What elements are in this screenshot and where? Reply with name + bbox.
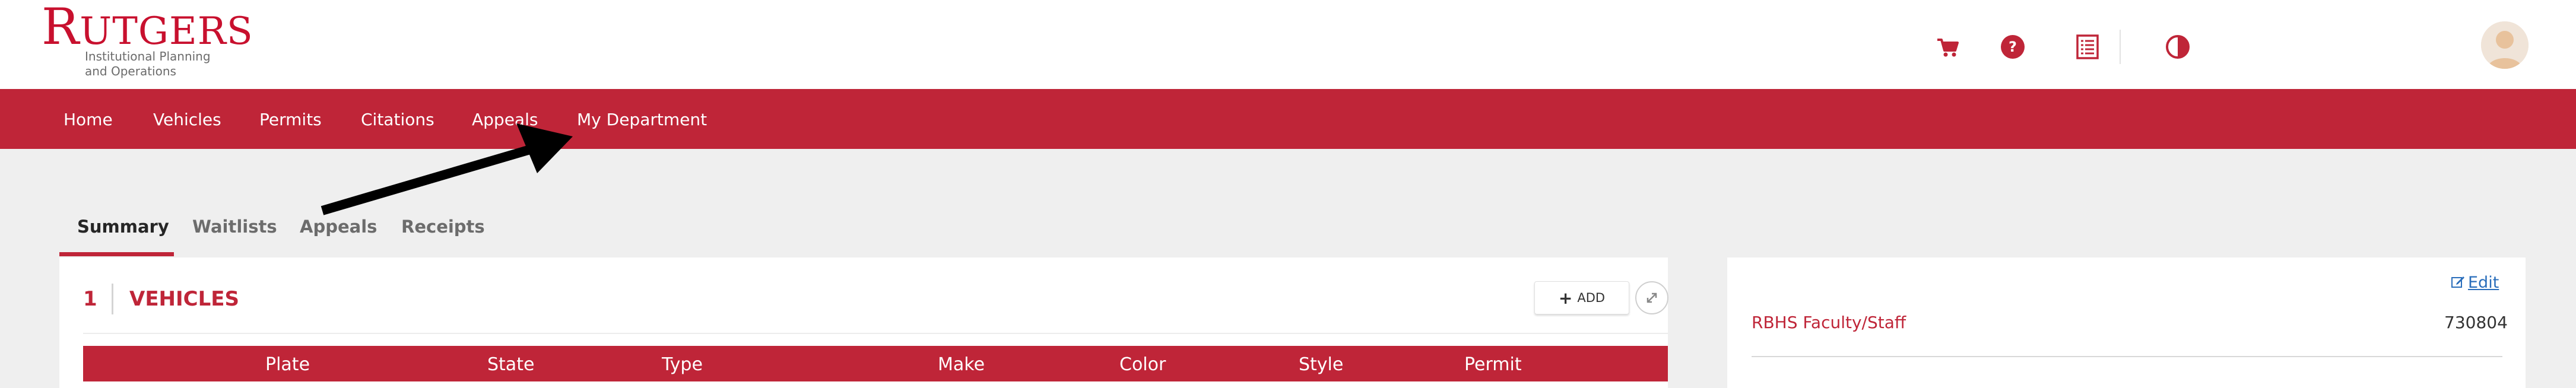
nav-permits[interactable]: Permits [259, 110, 322, 129]
expand-icon [1647, 292, 1657, 303]
edit-link[interactable]: Edit [2450, 273, 2499, 292]
main-nav: Home Vehicles Permits Citations Appeals … [0, 89, 2576, 149]
vehicles-title: VEHICLES [129, 287, 239, 311]
nav-my-department[interactable]: My Department [577, 110, 707, 129]
tab-appeals[interactable]: Appeals [300, 217, 377, 237]
logo-subtitle: Institutional Planning and Operations [85, 49, 211, 78]
add-button-label: ADD [1577, 291, 1606, 305]
nav-vehicles[interactable]: Vehicles [153, 110, 221, 129]
header-separator [2120, 30, 2121, 64]
tab-summary[interactable]: Summary [77, 217, 169, 237]
contrast-icon[interactable] [2163, 33, 2192, 61]
tab-receipts[interactable]: Receipts [401, 217, 485, 237]
vehicles-header-rule [83, 333, 1668, 334]
column-header-type[interactable]: Type [662, 354, 703, 375]
tab-waitlists[interactable]: Waitlists [192, 217, 277, 237]
edit-label: Edit [2468, 273, 2499, 292]
edit-icon [2451, 276, 2464, 288]
column-header-make[interactable]: Make [938, 354, 985, 375]
nav-appeals[interactable]: Appeals [472, 110, 538, 129]
active-tab-indicator [59, 252, 174, 256]
rutgers-logo[interactable]: RUTGERS Institutional Planning and Opera… [42, 0, 253, 83]
vehicles-count: 1 [83, 287, 97, 311]
logo-wordmark: RUTGERS [42, 0, 253, 56]
receipt-icon[interactable] [2073, 33, 2102, 61]
user-avatar[interactable] [2481, 21, 2529, 69]
permit-number: 730804 [2444, 313, 2508, 332]
expand-button[interactable] [1635, 281, 1668, 314]
app-header: RUTGERS Institutional Planning and Opera… [0, 0, 2576, 89]
permit-type-label: RBHS Faculty/Staff [1752, 313, 1906, 332]
column-header-style[interactable]: Style [1299, 354, 1343, 375]
nav-home[interactable]: Home [64, 110, 113, 129]
vehicles-divider [112, 284, 113, 314]
column-header-state[interactable]: State [487, 354, 534, 375]
vehicles-table-header: Plate State Type Make Color Style Permit [83, 346, 1668, 381]
help-icon[interactable]: ? [1998, 33, 2027, 61]
column-header-color[interactable]: Color [1119, 354, 1166, 375]
add-vehicle-button[interactable]: + ADD [1534, 281, 1629, 314]
column-header-permit[interactable]: Permit [1464, 354, 1522, 375]
cart-icon[interactable] [1934, 33, 1962, 61]
permit-divider [1752, 356, 2502, 357]
plus-icon: + [1558, 288, 1573, 308]
column-header-plate[interactable]: Plate [265, 354, 310, 375]
svg-text:?: ? [2009, 39, 2017, 55]
nav-citations[interactable]: Citations [361, 110, 434, 129]
